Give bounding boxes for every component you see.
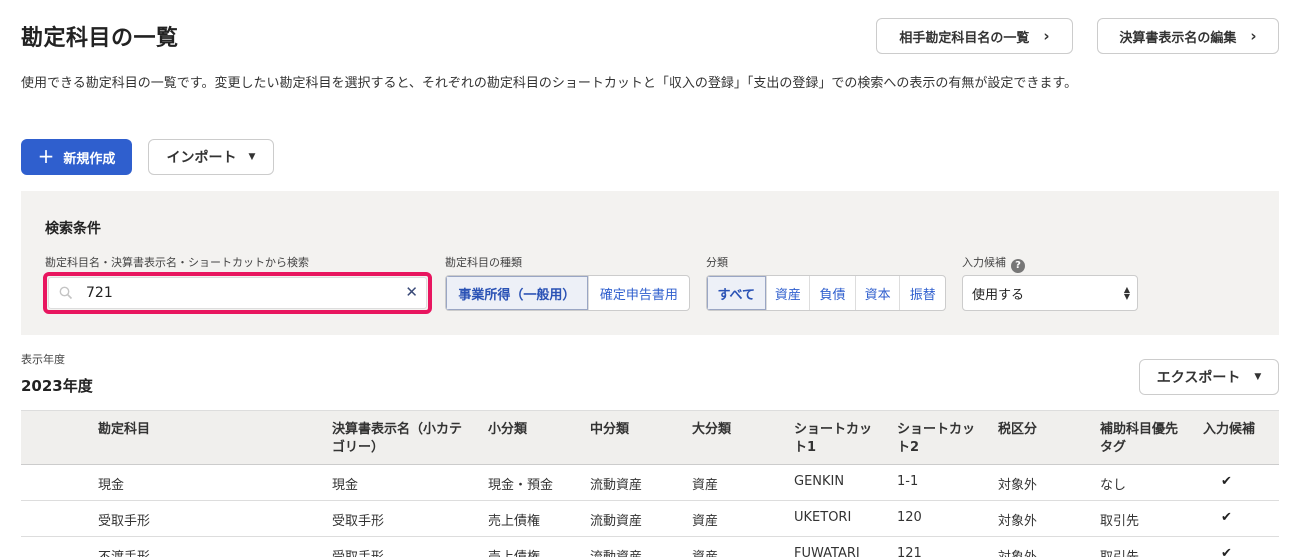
fiscal-year-label: 表示年度 — [21, 353, 65, 366]
caret-down-icon: ▼ — [1254, 372, 1262, 382]
input-candidate-label: 入力候補? — [962, 254, 1025, 273]
cell-tag: 取引先 — [1100, 514, 1140, 529]
check-icon: ✔ — [1221, 474, 1232, 489]
search-panel-title: 検索条件 — [45, 221, 101, 237]
cell-account: 現金 — [98, 478, 125, 493]
chevron-right-icon: › — [1043, 27, 1050, 45]
cell-middle-category: 流動資産 — [590, 478, 643, 493]
table-row[interactable]: 受取手形 受取手形 売上債権 流動資産 資産 UKETORI 120 対象外 取… — [21, 501, 1279, 537]
cell-large-category: 資産 — [692, 514, 719, 529]
search-panel: 検索条件 勘定科目名・決算書表示名・ショートカットから検索 721 ✕ 勘定科目… — [21, 191, 1279, 335]
import-button[interactable]: インポート ▼ — [148, 139, 274, 175]
input-candidate-label-text: 入力候補 — [962, 256, 1006, 269]
clear-icon[interactable]: ✕ — [405, 283, 418, 301]
account-type-label: 勘定科目の種類 — [445, 256, 522, 269]
category-segmented: すべて 資産 負債 資本 振替 — [706, 275, 946, 311]
col-header-tax: 税区分 — [998, 422, 1038, 437]
col-header-shortcut2: ショートカット2 — [897, 422, 976, 455]
cell-middle-category: 流動資産 — [590, 514, 643, 529]
cell-shortcut1: GENKIN — [794, 474, 845, 489]
keyword-search-label: 勘定科目名・決算書表示名・ショートカットから検索 — [45, 256, 309, 269]
category-option-capital[interactable]: 資本 — [856, 276, 901, 310]
cell-display-name: 受取手形 — [332, 546, 384, 557]
cell-shortcut2: 120 — [897, 510, 922, 525]
account-type-segmented: 事業所得（一般用） 確定申告書用 — [445, 275, 690, 311]
cell-large-category: 資産 — [692, 546, 718, 557]
search-icon — [59, 286, 73, 300]
cell-account: 受取手形 — [98, 514, 151, 529]
col-header-tag: 補助科目優先タグ — [1100, 422, 1179, 455]
cell-middle-category: 流動資産 — [590, 546, 642, 557]
accounts-table: 勘定科目 決算書表示名（小カテゴリー） 小分類 中分類 大分類 ショートカット1… — [21, 410, 1279, 557]
col-header-large-category: 大分類 — [692, 422, 732, 437]
category-label: 分類 — [706, 256, 728, 269]
category-option-transfer[interactable]: 振替 — [900, 276, 945, 310]
keyword-search-value: 721 — [86, 285, 113, 301]
col-header-middle-category: 中分類 — [590, 422, 630, 437]
col-header-shortcut1: ショートカット1 — [794, 422, 873, 455]
export-button[interactable]: エクスポート ▼ — [1139, 359, 1279, 395]
type-option-tax-return[interactable]: 確定申告書用 — [589, 276, 689, 310]
cell-tax: 対象外 — [998, 514, 1038, 529]
cell-tax: 対象外 — [998, 546, 1037, 557]
cell-display-name: 現金 — [332, 478, 359, 493]
cell-account: 不渡手形 — [98, 546, 150, 557]
cell-small-category: 売上債権 — [488, 546, 540, 557]
page-title: 勘定科目の一覧 — [21, 26, 179, 51]
input-candidate-select[interactable]: 使用する ▲ ▼ — [962, 275, 1138, 311]
cell-small-category: 売上債権 — [488, 514, 541, 529]
category-option-asset[interactable]: 資産 — [767, 276, 811, 310]
select-arrows-icon: ▲ ▼ — [1123, 285, 1130, 301]
cell-display-name: 受取手形 — [332, 514, 385, 529]
cell-large-category: 資産 — [692, 478, 719, 493]
cell-shortcut1: FUWATARI — [794, 546, 860, 557]
counter-account-list-label: 相手勘定科目名の一覧 — [899, 30, 1030, 46]
input-candidate-value: 使用する — [972, 287, 1025, 303]
page-description: 使用できる勘定科目の一覧です。変更したい勘定科目を選択すると、それぞれの勘定科目… — [21, 76, 1078, 91]
col-header-account: 勘定科目 — [98, 422, 151, 437]
cell-shortcut2: 1-1 — [897, 474, 919, 489]
caret-down-icon: ▼ — [248, 152, 256, 162]
category-option-all[interactable]: すべて — [707, 276, 767, 310]
check-icon: ✔ — [1221, 546, 1232, 557]
new-account-label: 新規作成 — [63, 151, 116, 167]
fiscal-year-value: 2023年度 — [21, 377, 93, 395]
table-row[interactable]: 現金 現金 現金・預金 流動資産 資産 GENKIN 1-1 対象外 なし ✔ — [21, 465, 1279, 501]
cell-shortcut1: UKETORI — [794, 510, 852, 525]
col-header-candidate: 入力候補 — [1203, 422, 1256, 437]
import-label: インポート — [166, 150, 237, 166]
check-icon: ✔ — [1221, 510, 1232, 525]
col-header-small-category: 小分類 — [488, 422, 528, 437]
edit-statement-name-button[interactable]: 決算書表示名の編集 › — [1097, 18, 1279, 54]
chevron-right-icon: › — [1250, 27, 1257, 45]
category-option-liability[interactable]: 負債 — [810, 276, 856, 310]
type-option-business[interactable]: 事業所得（一般用） — [446, 276, 589, 310]
edit-statement-name-label: 決算書表示名の編集 — [1119, 30, 1237, 46]
cell-tag: 取引先 — [1100, 546, 1139, 557]
table-row[interactable]: 不渡手形 受取手形 売上債権 流動資産 資産 FUWATARI 121 対象外 … — [21, 537, 1279, 557]
cell-small-category: 現金・預金 — [488, 478, 554, 493]
col-header-display-name: 決算書表示名（小カテゴリー） — [332, 422, 463, 455]
cell-tax: 対象外 — [998, 478, 1038, 493]
cell-tag: なし — [1100, 478, 1127, 493]
plus-icon: + — [37, 144, 55, 168]
cell-shortcut2: 121 — [897, 546, 922, 557]
counter-account-list-button[interactable]: 相手勘定科目名の一覧 › — [876, 18, 1073, 54]
export-label: エクスポート — [1156, 370, 1241, 386]
keyword-search-input[interactable]: 721 ✕ — [48, 277, 427, 309]
table-header: 勘定科目 決算書表示名（小カテゴリー） 小分類 中分類 大分類 ショートカット1… — [21, 410, 1279, 465]
help-icon[interactable]: ? — [1011, 259, 1025, 273]
new-account-button[interactable]: + 新規作成 — [21, 139, 132, 175]
